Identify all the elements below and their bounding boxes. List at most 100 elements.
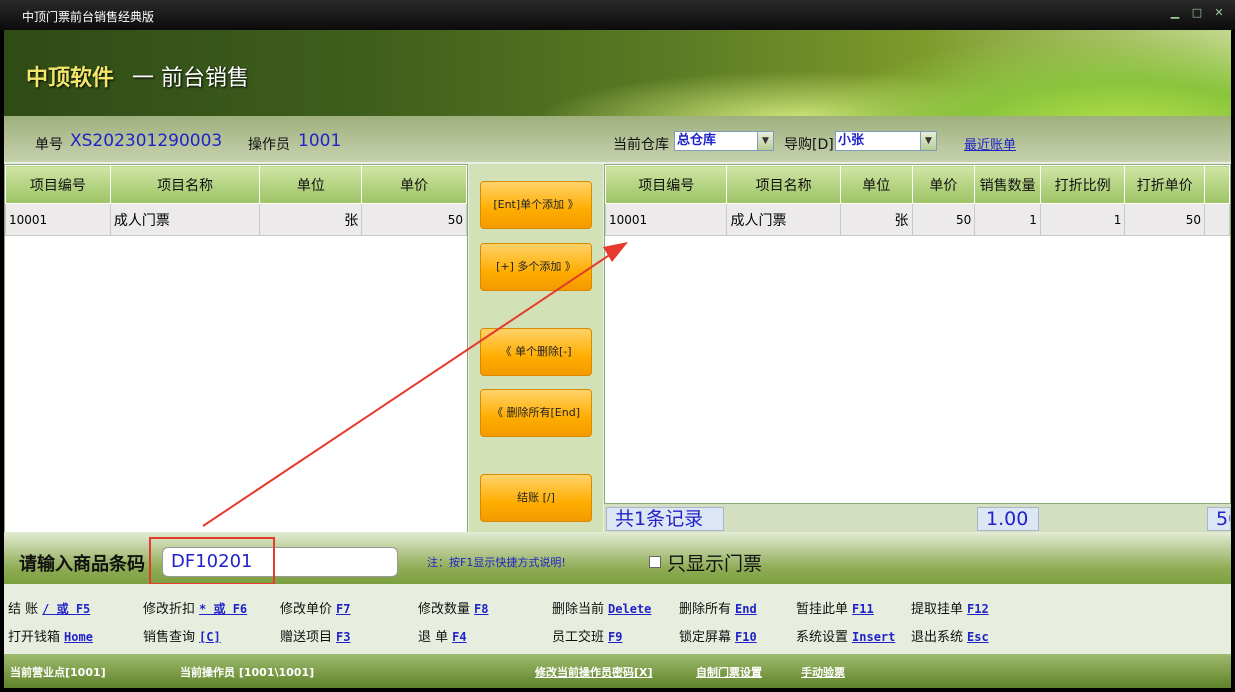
shortcut-key[interactable]: / 或 F5 <box>42 602 90 616</box>
brand-name: 中顶软件 <box>26 66 115 91</box>
shortcut-key[interactable]: F11 <box>852 602 874 616</box>
shortcut-label: 系统设置 <box>796 630 849 645</box>
shortcut-label: 删除当前 <box>552 602 605 617</box>
cell-overflow <box>1204 203 1230 236</box>
order-info-bar: 单号 XS202301290003 操作员 1001 当前仓库 总仓库 ▼ 导购… <box>4 116 1231 162</box>
cell-name: 成人门票 <box>726 203 841 236</box>
operator-value: 1001 <box>298 131 342 151</box>
status-bar: 当前营业点[1001] 当前操作员 [1001\1001] 修改当前操作员密码[… <box>4 654 1231 688</box>
delete-all-button[interactable]: 《 删除所有[End] <box>480 389 592 437</box>
column-header[interactable]: 单价 <box>361 165 467 204</box>
window-controls: ▁ □ ✕ <box>1167 5 1227 21</box>
shortcut-label: 退出系统 <box>911 630 964 645</box>
cell-code: 10001 <box>605 203 728 236</box>
recent-bills-link[interactable]: 最近账单 <box>964 134 1016 153</box>
guide-select[interactable]: 小张 ▼ <box>835 131 937 151</box>
summary-bar: 共1条记录 1.00 50 <box>604 504 1231 532</box>
table-row[interactable]: 10001 成人门票 张 50 1 1 50 <box>605 203 1230 236</box>
shortcut-checkout[interactable]: 结 账 / 或 F5 <box>8 598 90 617</box>
action-panel: [Ent]单个添加 》 [+] 多个添加 》 《 单个删除[-] 《 删除所有[… <box>469 164 603 534</box>
guide-label: 导购[D] <box>784 137 834 153</box>
shortcut-key[interactable]: Home <box>64 630 93 644</box>
column-header[interactable]: 项目编号 <box>605 165 728 204</box>
tickets-only-checkbox[interactable] <box>649 556 661 568</box>
shortcut-return[interactable]: 退 单 F4 <box>418 626 467 645</box>
add-multiple-button[interactable]: [+] 多个添加 》 <box>480 243 592 291</box>
product-table: 项目编号 项目名称 单位 单价 10001 成人门票 张 50 <box>4 164 468 534</box>
shortcut-key[interactable]: [C] <box>199 630 221 644</box>
chevron-down-icon[interactable]: ▼ <box>757 132 773 150</box>
change-password-link[interactable]: 修改当前操作员密码[X] <box>535 664 653 680</box>
shortcut-key[interactable]: Delete <box>608 602 651 616</box>
shortcut-key[interactable]: F3 <box>336 630 350 644</box>
minimize-icon[interactable]: ▁ <box>1167 5 1183 21</box>
column-header[interactable]: 单位 <box>259 165 363 204</box>
shortcut-key[interactable]: F4 <box>452 630 466 644</box>
maximize-icon[interactable]: □ <box>1189 5 1205 21</box>
shortcut-delete-all[interactable]: 删除所有 End <box>679 598 757 617</box>
shortcut-label: 结 账 <box>8 602 39 617</box>
shortcut-key[interactable]: * 或 F6 <box>199 602 247 616</box>
column-header[interactable]: 打折单价 <box>1124 165 1206 204</box>
guide-selected: 小张 <box>838 133 865 148</box>
shortcut-gift-item[interactable]: 赠送项目 F3 <box>280 626 350 645</box>
operator-label: 操作员 <box>248 137 290 153</box>
shortcut-label: 打开钱箱 <box>8 630 61 645</box>
page-title: 一 前台销售 <box>132 66 249 91</box>
shortcut-label: 员工交班 <box>552 630 605 645</box>
shortcut-key[interactable]: F7 <box>336 602 350 616</box>
shortcut-key[interactable]: F9 <box>608 630 622 644</box>
shortcut-key[interactable]: F8 <box>474 602 488 616</box>
table-row[interactable]: 10001 成人门票 张 50 <box>5 203 467 236</box>
shortcut-retrieve-order[interactable]: 提取挂单 F12 <box>911 598 989 617</box>
chevron-down-icon[interactable]: ▼ <box>920 132 936 150</box>
table-header-row: 项目编号 项目名称 单位 单价 销售数量 打折比例 打折单价 <box>605 165 1230 204</box>
shortcut-key[interactable]: F10 <box>735 630 757 644</box>
shortcut-hint: 注：按F1显示快捷方式说明! <box>427 556 566 569</box>
quantity-total: 1.00 <box>977 507 1039 531</box>
shortcut-edit-price[interactable]: 修改单价 F7 <box>280 598 350 617</box>
shortcut-key[interactable]: F12 <box>967 602 989 616</box>
column-header[interactable]: 项目名称 <box>109 165 261 204</box>
shortcut-exit[interactable]: 退出系统 Esc <box>911 626 989 645</box>
column-header[interactable]: 项目名称 <box>726 165 841 204</box>
column-header[interactable]: 单价 <box>911 165 976 204</box>
shortcut-settings[interactable]: 系统设置 Insert <box>796 626 895 645</box>
delete-single-button[interactable]: 《 单个删除[-] <box>480 328 592 376</box>
column-header[interactable]: 项目编号 <box>5 165 111 204</box>
shortcut-delete-current[interactable]: 删除当前 Delete <box>552 598 651 617</box>
shortcut-key[interactable]: End <box>735 602 757 616</box>
window-title: 中顶门票前台销售经典版 <box>22 10 155 24</box>
tickets-only-label[interactable]: 只显示门票 <box>667 549 762 576</box>
warehouse-selected: 总仓库 <box>677 133 717 148</box>
shortcut-open-drawer[interactable]: 打开钱箱 Home <box>8 626 93 645</box>
shortcut-key[interactable]: Esc <box>967 630 989 644</box>
shortcut-key[interactable]: Insert <box>852 630 895 644</box>
shortcut-label: 修改数量 <box>418 602 471 617</box>
close-icon[interactable]: ✕ <box>1211 5 1227 21</box>
shortcut-label: 锁定屏幕 <box>679 630 732 645</box>
cart-table: 项目编号 项目名称 单位 单价 销售数量 打折比例 打折单价 10001 成人门… <box>604 164 1231 504</box>
warehouse-select[interactable]: 总仓库 ▼ <box>674 131 774 151</box>
order-number-value: XS202301290003 <box>70 131 223 151</box>
column-header[interactable]: 打折比例 <box>1039 165 1126 204</box>
cell-code: 10001 <box>5 203 111 236</box>
checkout-button[interactable]: 结账 [/] <box>480 474 592 522</box>
shortcut-hold-order[interactable]: 暂挂此单 F11 <box>796 598 874 617</box>
shortcut-edit-discount[interactable]: 修改折扣 * 或 F6 <box>143 598 247 617</box>
table-header-row: 项目编号 项目名称 单位 单价 <box>5 165 467 204</box>
column-header[interactable]: 销售数量 <box>974 165 1041 204</box>
amount-total: 50 <box>1207 507 1231 531</box>
manual-check-link[interactable]: 手动验票 <box>801 664 845 680</box>
title-bar: 中顶门票前台销售经典版 ▁ □ ✕ <box>0 0 1235 30</box>
cell-price: 50 <box>361 203 467 236</box>
cell-price: 50 <box>911 203 976 236</box>
shortcut-sales-query[interactable]: 销售查询 [C] <box>143 626 221 645</box>
shortcut-label: 退 单 <box>418 630 449 645</box>
add-single-button[interactable]: [Ent]单个添加 》 <box>480 181 592 229</box>
shortcut-shift-change[interactable]: 员工交班 F9 <box>552 626 622 645</box>
shortcut-lock-screen[interactable]: 锁定屏幕 F10 <box>679 626 757 645</box>
column-header[interactable]: 单位 <box>839 165 913 204</box>
shortcut-edit-quantity[interactable]: 修改数量 F8 <box>418 598 488 617</box>
custom-ticket-link[interactable]: 自制门票设置 <box>696 664 762 680</box>
